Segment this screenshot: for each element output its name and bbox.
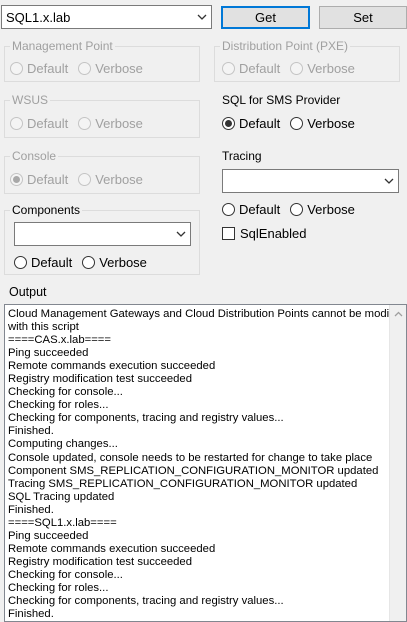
checkbox-unchecked-icon [222, 227, 235, 240]
output-line: Checking for components, tracing and reg… [8, 412, 284, 425]
output-line: Registry modification test succeeded [8, 555, 192, 568]
output-line: Checking for console... [8, 568, 123, 581]
distribution-point-group: Distribution Point (PXE) Default Verbose [214, 39, 400, 82]
distribution-point-default-radio[interactable]: Default [222, 61, 280, 76]
radio-label: Default [27, 172, 69, 187]
management-point-title: Management Point [10, 39, 115, 53]
output-line: Remote commands execution succeeded [8, 360, 216, 373]
sql-provider-default-radio[interactable]: Default [222, 116, 280, 131]
tracing-title: Tracing [220, 149, 264, 163]
output-lines: Cloud Management Gateways and Cloud Dist… [8, 308, 407, 621]
radio-label: Default [27, 116, 69, 131]
output-line: Console updated, console needs to be res… [8, 451, 373, 464]
sql-for-sms-provider-title: SQL for SMS Provider [220, 93, 343, 107]
radio-label: Verbose [95, 61, 143, 76]
radio-circle-icon [14, 256, 27, 269]
chevron-down-icon[interactable] [172, 231, 190, 237]
output-line: Finished. [8, 425, 54, 438]
wsus-title: WSUS [10, 93, 50, 107]
radio-selected-icon [222, 117, 235, 130]
radio-label: Verbose [95, 116, 143, 131]
chevron-down-icon[interactable] [193, 14, 211, 20]
sql-provider-verbose-radio[interactable]: Verbose [290, 116, 355, 131]
output-line: Checking for components, tracing and reg… [8, 595, 284, 608]
vertical-scrollbar[interactable] [389, 305, 406, 621]
radio-label: Default [27, 61, 69, 76]
output-line: Ping succeeded [8, 347, 89, 360]
sql-enabled-label: SqlEnabled [240, 226, 307, 241]
radio-label: Verbose [307, 116, 355, 131]
radio-label: Verbose [99, 255, 147, 270]
scroll-up-arrow-icon[interactable] [390, 307, 406, 321]
radio-circle-icon [82, 256, 96, 269]
radio-circle-icon [78, 173, 92, 186]
tracing-group: Tracing Default Verbose SqlEnabled [214, 149, 404, 247]
output-log[interactable]: Cloud Management Gateways and Cloud Dist… [4, 304, 407, 622]
set-button[interactable]: Set [319, 6, 407, 29]
management-point-group: Management Point Default Verbose [4, 39, 200, 82]
get-button[interactable]: Get [221, 6, 310, 29]
output-line: Remote commands execution succeeded [8, 542, 216, 555]
components-dropdown[interactable] [14, 222, 191, 246]
components-default-radio[interactable]: Default [14, 255, 72, 270]
radio-circle-icon [290, 62, 304, 75]
output-line: ====SQL1.x.lab==== [8, 516, 117, 529]
output-line: SQL Tracing updated [8, 490, 115, 503]
management-point-default-radio[interactable]: Default [10, 61, 68, 76]
output-line: Registry modification test succeeded [8, 373, 192, 386]
server-combobox[interactable]: SQL1.x.lab [1, 5, 212, 29]
wsus-group: WSUS Default Verbose [4, 93, 200, 138]
output-line: Computing changes... [8, 438, 118, 451]
wsus-default-radio[interactable]: Default [10, 116, 68, 131]
console-title: Console [10, 149, 59, 163]
distribution-point-verbose-radio[interactable]: Verbose [290, 61, 355, 76]
output-line: Checking for roles... [8, 581, 109, 594]
output-label: Output [9, 285, 47, 299]
radio-label: Default [239, 61, 281, 76]
wsus-verbose-radio[interactable]: Verbose [78, 116, 143, 131]
radio-circle-icon [222, 203, 235, 216]
output-line: Finished. [8, 503, 54, 516]
radio-circle-icon [290, 117, 304, 130]
radio-circle-icon [10, 117, 23, 130]
output-line: with this script [8, 321, 79, 334]
components-group: Components Default Verbose [4, 203, 200, 275]
radio-circle-icon [78, 62, 92, 75]
output-line: ====CAS.x.lab==== [8, 334, 112, 347]
set-button-label: Set [353, 10, 373, 25]
output-line: Cloud Management Gateways and Cloud Dist… [8, 308, 407, 320]
sql-for-sms-provider-group: SQL for SMS Provider Default Verbose [214, 93, 400, 138]
radio-circle-icon [222, 62, 235, 75]
radio-circle-icon [290, 203, 304, 216]
components-verbose-radio[interactable]: Verbose [82, 255, 147, 270]
distribution-point-title: Distribution Point (PXE) [220, 39, 351, 53]
radio-circle-icon [10, 62, 23, 75]
radio-selected-icon [10, 173, 23, 186]
radio-label: Default [239, 116, 281, 131]
console-default-radio[interactable]: Default [10, 172, 68, 187]
radio-label: Verbose [307, 202, 355, 217]
output-line: Component SMS_REPLICATION_CONFIGURATION_… [8, 464, 379, 477]
tracing-dropdown[interactable] [222, 169, 399, 193]
sql-enabled-checkbox[interactable]: SqlEnabled [222, 226, 307, 241]
console-verbose-radio[interactable]: Verbose [78, 172, 143, 187]
radio-circle-icon [78, 117, 92, 130]
output-line: Ping succeeded [8, 529, 89, 542]
chevron-down-icon[interactable] [380, 178, 398, 184]
radio-label: Verbose [307, 61, 355, 76]
output-line: Tracing SMS_REPLICATION_CONFIGURATION_MO… [8, 477, 358, 490]
console-group: Console Default Verbose [4, 149, 200, 194]
radio-label: Verbose [95, 172, 143, 187]
output-line: Checking for roles... [8, 399, 109, 412]
radio-label: Default [239, 202, 281, 217]
server-combobox-value: SQL1.x.lab [6, 9, 71, 25]
management-point-verbose-radio[interactable]: Verbose [78, 61, 143, 76]
radio-label: Default [31, 255, 73, 270]
get-button-label: Get [255, 10, 276, 25]
output-line: Checking for console... [8, 386, 123, 399]
tracing-default-radio[interactable]: Default [222, 202, 280, 217]
output-line: Finished. [8, 608, 54, 621]
components-title: Components [10, 203, 83, 217]
tracing-verbose-radio[interactable]: Verbose [290, 202, 355, 217]
